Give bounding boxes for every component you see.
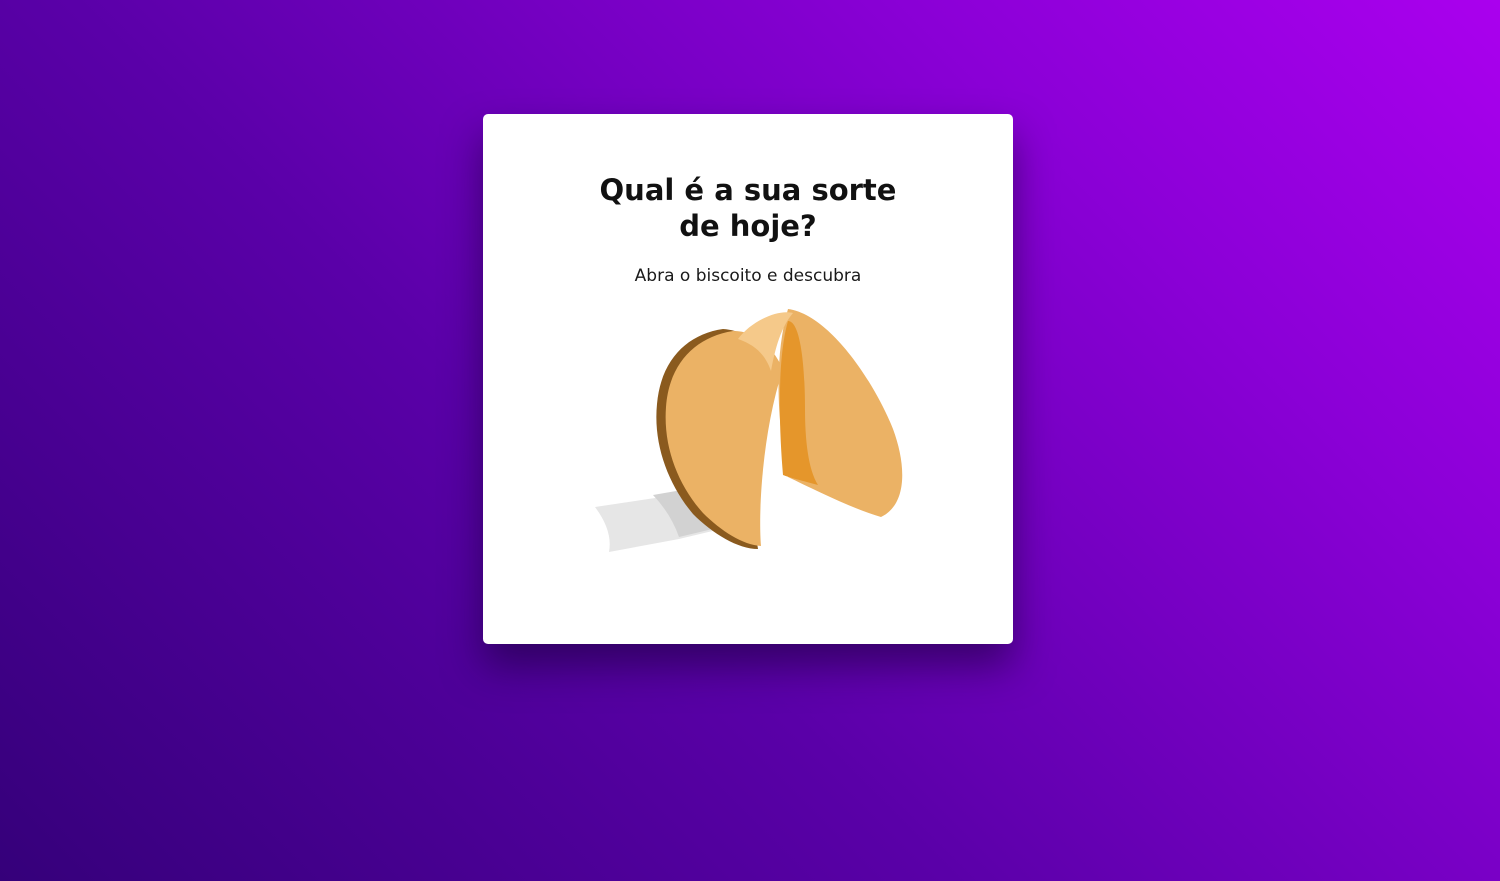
fortune-cookie-icon — [595, 309, 903, 552]
fortune-card: Qual é a sua sorte de hoje? Abra o bisco… — [483, 114, 1013, 644]
page-subtitle: Abra o biscoito e descubra — [634, 266, 862, 286]
fortune-cookie-button[interactable] — [583, 309, 923, 569]
page-title: Qual é a sua sorte de hoje? — [599, 173, 897, 243]
